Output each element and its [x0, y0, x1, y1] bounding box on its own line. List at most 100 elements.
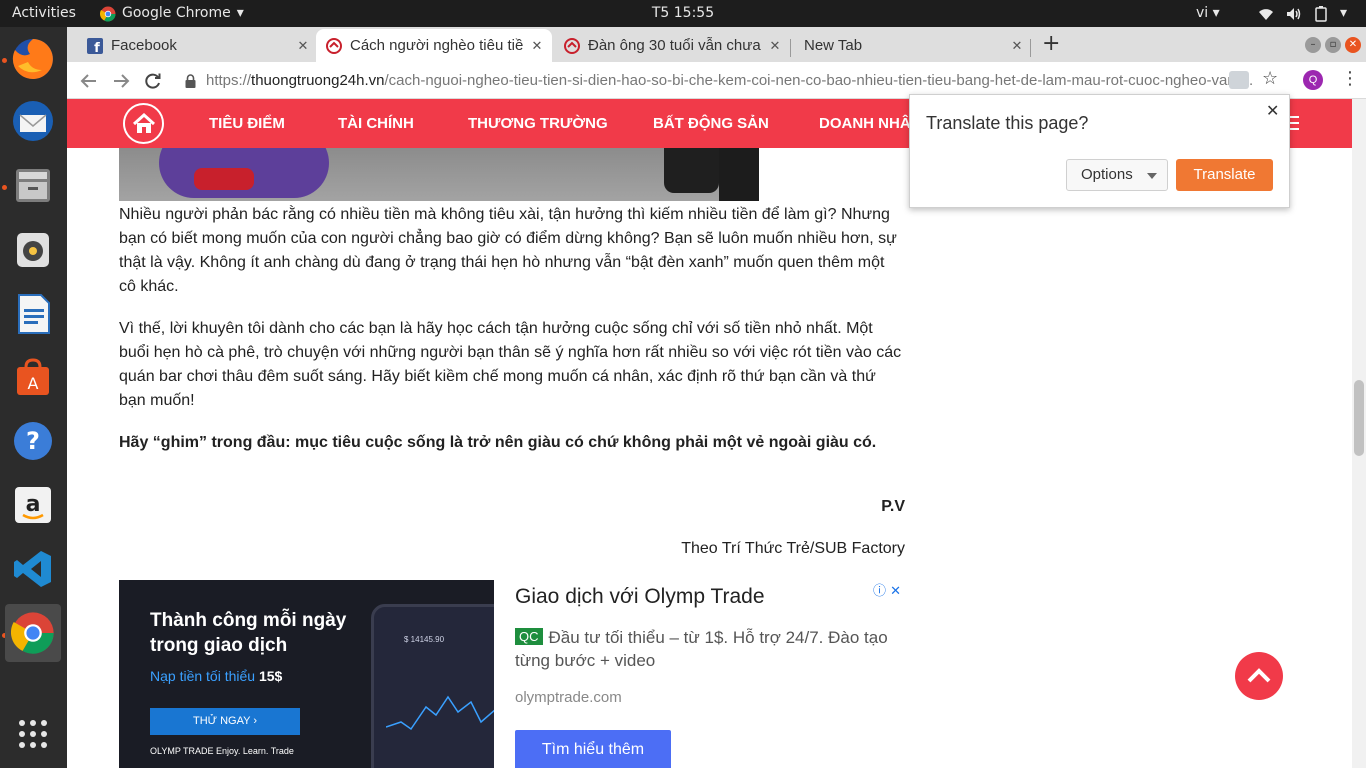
volume-icon [1287, 7, 1301, 20]
ad-min-label: Nạp tiền tối thiểu [150, 668, 256, 684]
chevron-up-icon [1247, 668, 1271, 683]
app-menu[interactable]: Google Chrome ▾ [100, 0, 244, 27]
url-text: https://thuongtruong24h.vn/cach-nguoi-ng… [206, 72, 1283, 89]
tab-separator [1030, 39, 1031, 57]
nav-doanh-nhan[interactable]: DOANH NHÂ [819, 99, 911, 148]
tab-title: Cách người nghèo tiêu tiề [350, 37, 524, 54]
battery-icon [1315, 5, 1327, 22]
article-highlight: Hãy “ghim” trong đầu: mục tiêu cuộc sống… [119, 434, 877, 451]
maximize-button[interactable]: ▫ [1325, 37, 1341, 53]
chevron-down-icon: ▾ [236, 5, 244, 21]
vscode-icon[interactable] [5, 540, 61, 598]
phone-price: $ 14145.90 [404, 635, 445, 644]
tab-new-tab[interactable]: New Tab ✕ [804, 29, 1026, 62]
tab-title: New Tab [804, 37, 863, 54]
new-tab-button[interactable]: + [1042, 31, 1060, 56]
dock: A ? a [0, 27, 67, 768]
system-top-bar: Activities Google Chrome ▾ T5 15:55 vi ▾… [0, 0, 1366, 27]
ad-choices-icon[interactable]: ⓘ ✕ [873, 580, 901, 599]
wifi-icon [1259, 8, 1273, 20]
app-grid-icon[interactable] [5, 705, 61, 763]
tab-close-icon[interactable]: ✕ [766, 38, 784, 54]
ad-image-min-deposit: Nạp tiền tối thiểu 15$ [150, 668, 282, 684]
window-close-button[interactable]: ✕ [1345, 37, 1361, 53]
ad-min-value: 15$ [258, 668, 283, 684]
url-path: /cach-nguoi-ngheo-tieu-tien-si-dien-hao-… [384, 72, 1254, 89]
ad-description: QC Đầu tư tối thiểu – từ 1$. Hỗ trợ 24/7.… [515, 626, 895, 672]
tab-article[interactable]: Cách người nghèo tiêu tiề ✕ [316, 29, 552, 62]
forward-button[interactable] [109, 69, 133, 93]
back-button[interactable] [77, 69, 101, 93]
nav-bat-dong-san[interactable]: BẤT ĐỘNG SẢN [653, 99, 769, 148]
home-button[interactable] [123, 103, 164, 144]
menu-kebab-icon[interactable]: ⋮ [1341, 68, 1359, 89]
price-chart-graphic [386, 695, 494, 731]
tab-close-icon[interactable]: ✕ [528, 38, 546, 54]
address-bar[interactable]: https://thuongtruong24h.vn/cach-nguoi-ng… [179, 66, 1283, 95]
article-author: P.V [881, 498, 905, 515]
translate-options-label: Options [1081, 166, 1133, 183]
activities-button[interactable]: Activities [12, 0, 76, 27]
chrome-icon[interactable] [5, 604, 61, 662]
tab-other-article[interactable]: Đàn ông 30 tuổi vẫn chưa ✕ [564, 29, 784, 62]
reload-button[interactable] [141, 69, 165, 93]
svg-text:a: a [26, 492, 41, 517]
nav-tai-chinh[interactable]: TÀI CHÍNH [338, 99, 414, 148]
profile-avatar[interactable]: Q [1303, 70, 1323, 90]
tab-facebook[interactable]: f Facebook ✕ [87, 29, 312, 62]
ad-domain[interactable]: olymptrade.com [515, 689, 622, 706]
ad-learn-more-button[interactable]: Tìm hiểu thêm [515, 730, 671, 768]
amazon-icon[interactable]: a [5, 476, 61, 534]
files-icon[interactable] [5, 156, 61, 214]
bookmark-star-icon[interactable]: ☆ [1262, 68, 1278, 89]
page-scrollbar[interactable] [1352, 99, 1366, 768]
close-icon[interactable]: ✕ [1266, 101, 1279, 121]
home-icon [132, 112, 155, 133]
input-language-label: vi [1196, 5, 1209, 21]
tab-title: Đàn ông 30 tuổi vẫn chưa [588, 37, 761, 54]
translate-button[interactable]: Translate [1176, 159, 1273, 191]
scrollbar-thumb[interactable] [1354, 380, 1364, 456]
tab-separator [790, 39, 791, 57]
help-icon[interactable]: ? [5, 412, 61, 470]
input-language[interactable]: vi ▾ [1196, 0, 1220, 27]
chevron-down-icon [1147, 173, 1157, 179]
minimize-button[interactable]: – [1305, 37, 1321, 53]
ad-title[interactable]: Giao dịch với Olymp Trade [515, 585, 765, 609]
tab-strip: f Facebook ✕ Cách người nghèo tiêu tiề ✕… [67, 27, 1366, 62]
nav-tieu-diem[interactable]: TIÊU ĐIỂM [209, 99, 285, 148]
software-icon[interactable]: A [5, 348, 61, 406]
translate-dialog: Translate this page? ✕ Options Translate [909, 94, 1290, 208]
back-arrow-icon [80, 74, 96, 88]
ad-image-brand: OLYMP TRADE Enjoy. Learn. Trade [150, 746, 294, 756]
translate-options-button[interactable]: Options [1066, 159, 1168, 191]
thunderbird-icon[interactable] [5, 92, 61, 150]
facebook-icon: f [87, 37, 103, 54]
translate-title: Translate this page? [926, 113, 1089, 133]
tab-close-icon[interactable]: ✕ [1008, 38, 1026, 54]
article-paragraph: Nhiều người phản bác rằng có nhiều tiền … [119, 206, 897, 295]
site-logo-icon [326, 37, 342, 54]
forward-arrow-icon [114, 74, 130, 88]
system-tray[interactable]: ▾ [1258, 0, 1347, 27]
ad-badge: QC [515, 628, 543, 645]
svg-text:A: A [28, 374, 39, 393]
nav-thuong-truong[interactable]: THƯƠNG TRƯỜNG [468, 99, 608, 148]
firefox-icon[interactable] [5, 30, 61, 88]
translate-icon[interactable] [1229, 71, 1249, 89]
writer-icon[interactable] [5, 284, 61, 342]
svg-text:f: f [94, 41, 100, 54]
ad-unit[interactable]: Thành công mỗi ngày trong giao dịch Nạp … [119, 580, 909, 768]
scroll-to-top-button[interactable] [1235, 652, 1283, 700]
article-source: Theo Trí Thức Trẻ/SUB Factory [681, 540, 905, 557]
lock-icon [185, 73, 196, 88]
rhythmbox-icon[interactable] [5, 220, 61, 278]
chrome-small-icon [100, 6, 116, 22]
clock[interactable]: T5 15:55 [652, 5, 714, 21]
tab-close-icon[interactable]: ✕ [294, 38, 312, 54]
ad-image-headline: Thành công mỗi ngày trong giao dịch [150, 610, 347, 656]
ad-image[interactable]: Thành công mỗi ngày trong giao dịch Nạp … [119, 580, 494, 768]
app-name: Google Chrome [122, 5, 231, 21]
ad-image-cta[interactable]: THỬ NGAY › [150, 708, 300, 735]
site-logo-icon [564, 37, 580, 54]
